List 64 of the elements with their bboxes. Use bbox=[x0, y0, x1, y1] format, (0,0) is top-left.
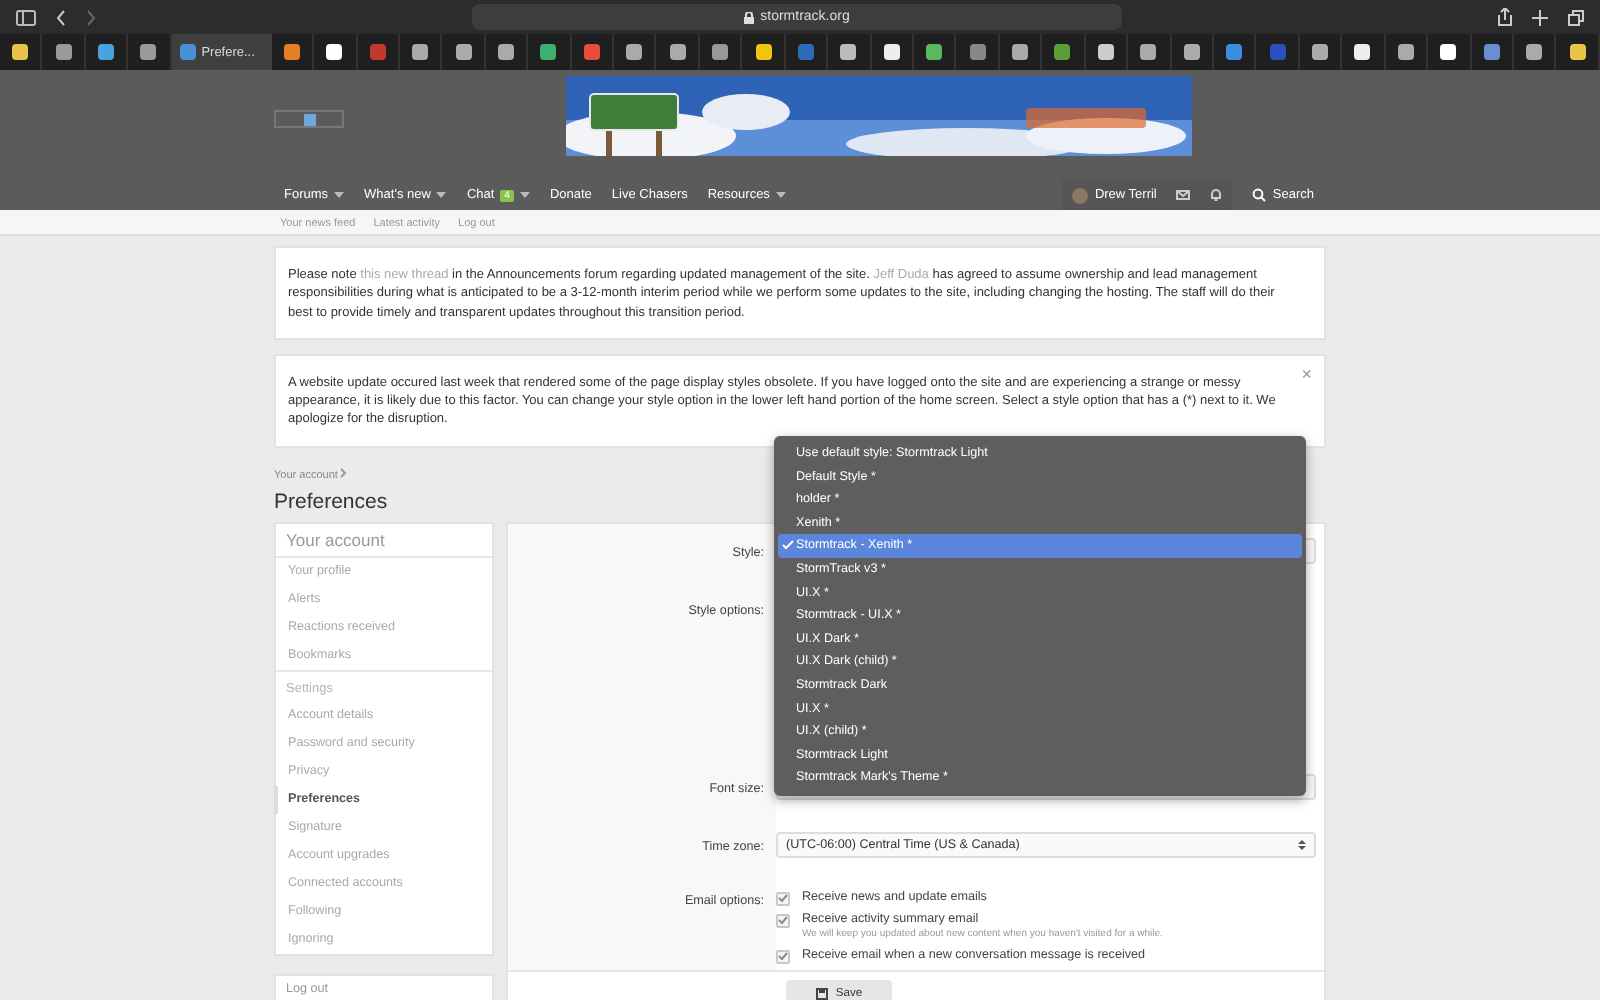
plus-icon[interactable] bbox=[1532, 9, 1548, 25]
site-logo[interactable] bbox=[274, 110, 344, 128]
share-icon[interactable] bbox=[1498, 8, 1512, 26]
tabs-icon[interactable] bbox=[1568, 9, 1584, 25]
lock-icon bbox=[744, 11, 755, 23]
back-icon[interactable] bbox=[56, 9, 66, 25]
favicon-icon bbox=[369, 44, 386, 60]
favicon-icon bbox=[969, 44, 986, 60]
favicon-icon bbox=[498, 44, 514, 60]
favicon-icon bbox=[55, 44, 72, 60]
favicon-icon bbox=[1183, 44, 1200, 60]
chevron-icon bbox=[340, 467, 347, 478]
select-arrows-icon bbox=[1298, 837, 1306, 852]
checkbox[interactable] bbox=[776, 949, 790, 964]
favicon-icon bbox=[926, 44, 943, 60]
check-icon bbox=[778, 916, 788, 925]
favicon-icon bbox=[669, 44, 686, 60]
favicon-icon bbox=[1054, 44, 1071, 60]
search-icon bbox=[1252, 188, 1267, 202]
favicon-icon bbox=[98, 44, 115, 60]
favicon-icon bbox=[840, 44, 857, 60]
favicon-icon bbox=[326, 44, 343, 60]
envelope-icon bbox=[1176, 190, 1191, 200]
checkbox[interactable] bbox=[776, 913, 790, 928]
floppy-icon bbox=[815, 988, 828, 1000]
checkbox[interactable] bbox=[776, 891, 790, 906]
favicon-icon bbox=[797, 44, 814, 60]
image-icon bbox=[303, 113, 315, 125]
avatar-icon bbox=[1072, 187, 1089, 203]
favicon-icon bbox=[1354, 44, 1371, 60]
favicon-icon bbox=[1483, 44, 1500, 60]
favicon-icon bbox=[1526, 44, 1543, 60]
favicon-icon bbox=[1440, 44, 1457, 60]
favicon-icon bbox=[883, 44, 900, 60]
favicon-icon bbox=[1226, 44, 1243, 60]
caret-icon bbox=[436, 192, 447, 198]
favicon-icon bbox=[626, 44, 643, 60]
favicon-icon bbox=[1140, 44, 1157, 60]
favicon-icon bbox=[1312, 44, 1329, 60]
page-title: Preferences bbox=[274, 489, 388, 514]
favicon-icon bbox=[1012, 44, 1029, 60]
favicon-icon bbox=[179, 44, 196, 60]
favicon-icon bbox=[755, 44, 772, 60]
favicon-icon bbox=[540, 44, 557, 60]
caret-icon bbox=[334, 192, 345, 198]
bell-icon bbox=[1210, 188, 1223, 202]
caret-icon bbox=[519, 192, 530, 198]
favicon-icon bbox=[1397, 44, 1414, 60]
favicon-icon bbox=[583, 44, 600, 60]
favicon-icon bbox=[1097, 44, 1114, 60]
favicon-icon bbox=[12, 44, 29, 60]
check-icon bbox=[778, 894, 788, 903]
favicon-icon bbox=[1569, 44, 1586, 60]
check-icon bbox=[782, 540, 794, 551]
favicon-icon bbox=[140, 44, 157, 60]
favicon-icon bbox=[1269, 44, 1286, 60]
sidebar-icon[interactable] bbox=[16, 9, 36, 25]
favicon-icon bbox=[412, 44, 429, 60]
favicon-icon bbox=[283, 44, 300, 60]
check-icon bbox=[778, 952, 788, 961]
forward-icon[interactable] bbox=[86, 9, 96, 25]
caret-icon bbox=[775, 192, 786, 198]
favicon-icon bbox=[455, 44, 472, 60]
favicon-icon bbox=[712, 44, 729, 60]
